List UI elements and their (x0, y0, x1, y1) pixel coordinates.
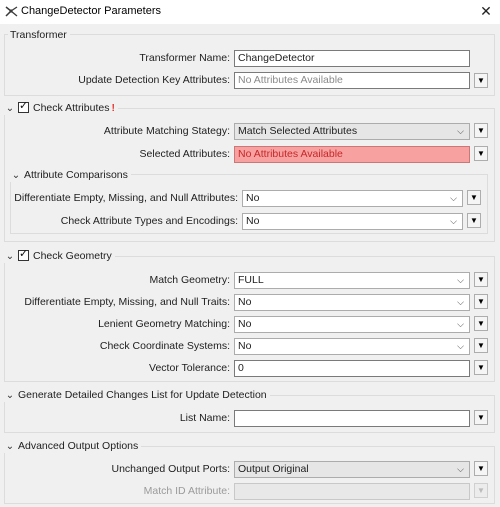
diff-traits-label: Differentiate Empty, Missing, and Null T… (24, 296, 230, 308)
title-bar: ChangeDetector Parameters ✕ (0, 0, 500, 24)
lenient-matching-value: No (238, 318, 252, 330)
check-attributes-title: Check Attributes (33, 102, 110, 114)
vector-tolerance-input[interactable]: 0 (234, 360, 470, 377)
update-key-label: Update Detection Key Attributes: (78, 74, 230, 86)
check-types-select[interactable]: No ⌵ (242, 213, 463, 230)
chevron-down-icon: ⌵ (457, 275, 464, 285)
diff-attributes-label: Differentiate Empty, Missing, and Null A… (14, 192, 238, 204)
update-key-menu-button[interactable]: ▼ (474, 73, 488, 88)
chevron-down-icon: ⌵ (450, 193, 457, 203)
match-geometry-menu-button[interactable]: ▼ (474, 272, 488, 287)
matching-strategy-value: Match Selected Attributes (238, 125, 358, 137)
check-types-menu-button[interactable]: ▼ (467, 213, 481, 228)
coord-systems-menu-button[interactable]: ▼ (474, 338, 488, 353)
window-title: ChangeDetector Parameters (21, 5, 162, 17)
chevron-down-icon[interactable]: ⌄ (5, 440, 15, 453)
chevron-down-icon: ⌵ (457, 319, 464, 329)
output-ports-value: Output Original (238, 463, 309, 475)
update-key-input[interactable]: No Attributes Available (234, 72, 470, 89)
diff-attributes-menu-button[interactable]: ▼ (467, 190, 481, 205)
chevron-down-icon: ⌵ (457, 297, 464, 307)
chevron-down-icon: ⌵ (457, 341, 464, 351)
list-name-menu-button[interactable]: ▼ (474, 410, 488, 425)
transformer-icon (5, 6, 18, 17)
list-name-label: List Name: (179, 412, 230, 424)
output-ports-menu-button[interactable]: ▼ (474, 461, 488, 476)
match-geometry-select[interactable]: FULL ⌵ (234, 272, 470, 289)
match-id-input[interactable] (234, 483, 470, 500)
check-types-label: Check Attribute Types and Encodings: (60, 215, 238, 227)
chevron-down-icon[interactable]: ⌄ (5, 250, 15, 263)
lenient-matching-menu-button[interactable]: ▼ (474, 316, 488, 331)
chevron-down-icon: ⌵ (450, 216, 457, 226)
selected-attributes-menu-button[interactable]: ▼ (474, 146, 488, 161)
lenient-matching-select[interactable]: No ⌵ (234, 316, 470, 333)
coord-systems-select[interactable]: No ⌵ (234, 338, 470, 355)
match-id-menu-button[interactable]: ▼ (474, 483, 488, 498)
transformer-section-title: Transformer (8, 29, 70, 42)
diff-traits-menu-button[interactable]: ▼ (474, 294, 488, 309)
warning-icon: ! (111, 102, 115, 114)
check-attributes-checkbox[interactable] (18, 100, 29, 113)
check-geometry-title: Check Geometry (33, 250, 112, 262)
close-icon[interactable]: ✕ (476, 2, 496, 20)
matching-strategy-select[interactable]: Match Selected Attributes ⌵ (234, 123, 470, 140)
chevron-down-icon[interactable]: ⌄ (5, 389, 15, 402)
match-geometry-label: Match Geometry: (149, 274, 230, 286)
chevron-down-icon: ⌵ (457, 464, 464, 474)
match-geometry-value: FULL (238, 274, 264, 286)
match-id-label: Match ID Attribute: (143, 485, 230, 497)
check-geometry-header[interactable]: ⌄ Check Geometry (3, 248, 115, 263)
transformer-name-label: Transformer Name: (139, 52, 230, 64)
advanced-title: Advanced Output Options (18, 440, 139, 452)
lenient-matching-label: Lenient Geometry Matching: (98, 318, 230, 330)
check-attributes-header[interactable]: ⌄ Check Attributes! (3, 100, 118, 115)
matching-strategy-label: Attribute Matching Stategy: (103, 125, 230, 137)
check-types-value: No (246, 215, 260, 227)
selected-attributes-input[interactable]: No Attributes Available (234, 146, 470, 163)
chevron-down-icon[interactable]: ⌄ (5, 102, 15, 115)
coord-systems-label: Check Coordinate Systems: (99, 340, 230, 352)
attribute-comparisons-title: Attribute Comparisons (24, 169, 128, 181)
output-ports-select[interactable]: Output Original ⌵ (234, 461, 470, 478)
output-ports-label: Unchanged Output Ports: (111, 463, 231, 475)
changes-list-header[interactable]: ⌄ Generate Detailed Changes List for Upda… (3, 389, 270, 402)
diff-traits-select[interactable]: No ⌵ (234, 294, 470, 311)
chevron-down-icon: ⌵ (457, 126, 464, 136)
diff-traits-value: No (238, 296, 252, 308)
chevron-down-icon[interactable]: ⌄ (11, 169, 21, 182)
advanced-header[interactable]: ⌄ Advanced Output Options (3, 440, 142, 453)
list-name-input[interactable] (234, 410, 470, 427)
attribute-comparisons-header[interactable]: ⌄ Attribute Comparisons (9, 169, 131, 182)
diff-attributes-value: No (246, 192, 260, 204)
selected-attributes-label: Selected Attributes: (139, 148, 230, 160)
diff-attributes-select[interactable]: No ⌵ (242, 190, 463, 207)
vector-tolerance-menu-button[interactable]: ▼ (474, 360, 488, 375)
transformer-name-input[interactable]: ChangeDetector (234, 50, 470, 67)
matching-strategy-menu-button[interactable]: ▼ (474, 123, 488, 138)
check-geometry-checkbox[interactable] (18, 248, 29, 261)
vector-tolerance-label: Vector Tolerance: (149, 362, 230, 374)
changes-list-title: Generate Detailed Changes List for Updat… (18, 389, 267, 401)
coord-systems-value: No (238, 340, 252, 352)
